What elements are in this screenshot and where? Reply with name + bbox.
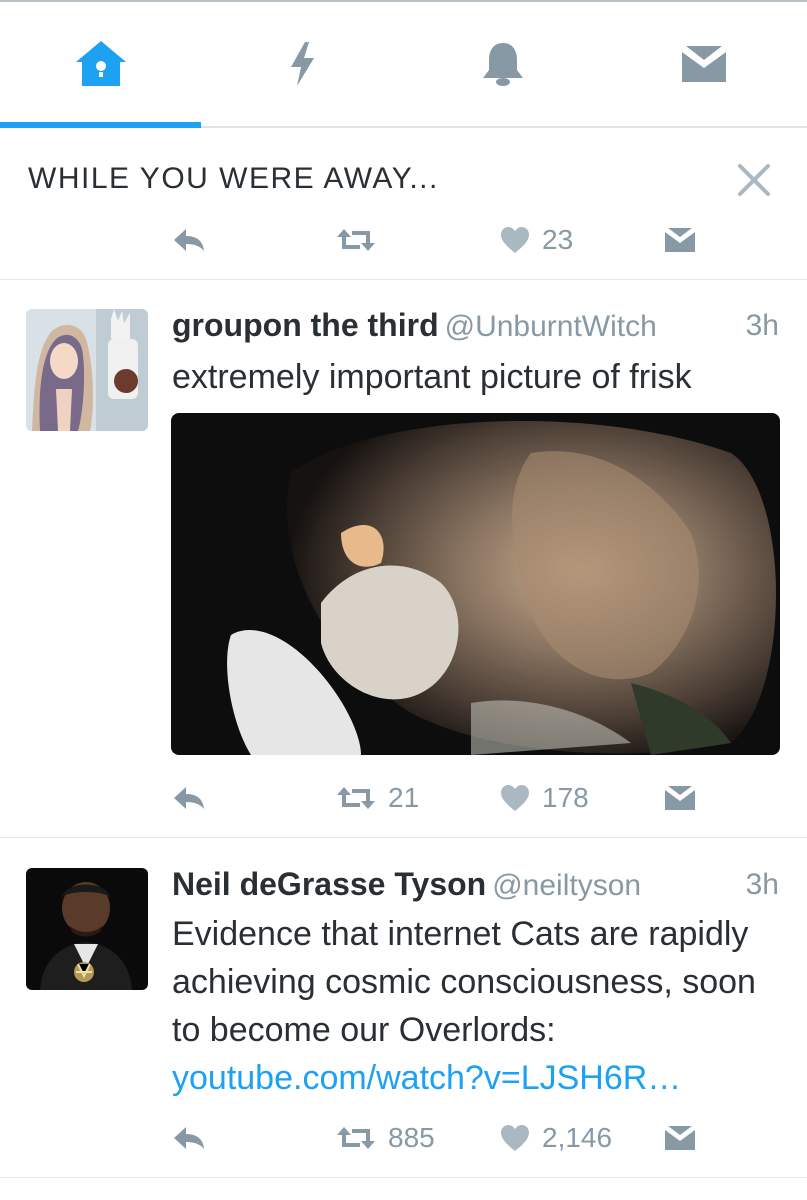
lightning-icon [290,42,314,86]
reply-button[interactable] [172,1118,206,1158]
heart-icon [501,1125,529,1151]
tab-notifications[interactable] [402,2,603,126]
like-button[interactable]: 178 [500,778,589,818]
tweet-body: Evidence that internet Cats are rapidly … [172,910,782,1102]
cat-photo [171,413,780,755]
like-count: 2,146 [542,1122,613,1153]
tweet[interactable]: groupon the third @UnburntWitch 3h extrem… [0,281,807,838]
tweet-actions: 885 2,146 [0,1118,807,1158]
reply-icon [174,787,204,809]
envelope-icon [681,46,726,82]
author-handle[interactable]: @neiltyson [492,869,641,902]
envelope-icon [665,228,695,252]
while-you-were-away-header: WHILE YOU WERE AWAY... 23 [0,128,807,280]
close-icon [738,164,770,196]
tweet[interactable]: Neil deGrasse Tyson @neiltyson 3h Evidenc… [0,838,807,1178]
author-name[interactable]: Neil deGrasse Tyson [172,866,486,902]
like-button[interactable]: 2,146 [500,1118,612,1158]
tweet-link[interactable]: youtube.com/watch?v=LJSH6R… [172,1054,782,1102]
tweet-timestamp: 3h [745,868,779,901]
section-title: WHILE YOU WERE AWAY... [28,162,439,195]
retweet-icon [337,787,375,809]
avatar-image [26,309,148,431]
message-button[interactable] [664,220,696,260]
reply-icon [174,229,204,251]
like-count: 23 [542,224,574,255]
heart-icon [501,227,529,253]
tweet-text: Evidence that internet Cats are rapidly … [172,915,756,1049]
retweet-count: 21 [388,782,420,813]
avatar[interactable] [26,309,148,431]
author-name[interactable]: groupon the third [172,307,439,343]
reply-icon [174,1127,204,1149]
tweet-timestamp: 3h [745,309,779,342]
avatar[interactable] [26,868,148,990]
home-icon [75,41,126,86]
bell-icon [482,43,523,86]
retweet-button[interactable]: 21 [336,778,419,818]
envelope-icon [665,786,695,810]
retweet-count: 885 [388,1122,435,1153]
heart-icon [501,785,529,811]
reply-button[interactable] [172,220,206,260]
retweet-icon [337,1127,375,1149]
reply-button[interactable] [172,778,206,818]
tab-bar [0,2,807,128]
message-button[interactable] [664,778,696,818]
like-count: 178 [542,782,589,813]
tweet-header: groupon the third @UnburntWitch [172,307,657,344]
tweet-text: extremely important picture of frisk [172,358,692,396]
retweet-button[interactable] [336,220,376,260]
message-button[interactable] [664,1118,696,1158]
tab-messages[interactable] [603,2,804,126]
avatar-image [26,868,148,990]
envelope-icon [665,1126,695,1150]
away-actions: 23 [0,220,807,260]
close-button[interactable] [736,162,772,198]
tab-moments[interactable] [201,2,402,126]
author-handle[interactable]: @UnburntWitch [445,310,657,343]
tweet-actions: 21 178 [0,778,807,818]
tweet-header: Neil deGrasse Tyson @neiltyson [172,866,641,903]
tweet-media-photo[interactable] [171,413,780,755]
tab-home[interactable] [0,2,201,126]
retweet-icon [337,229,375,251]
retweet-button[interactable]: 885 [336,1118,435,1158]
like-button[interactable]: 23 [500,220,573,260]
